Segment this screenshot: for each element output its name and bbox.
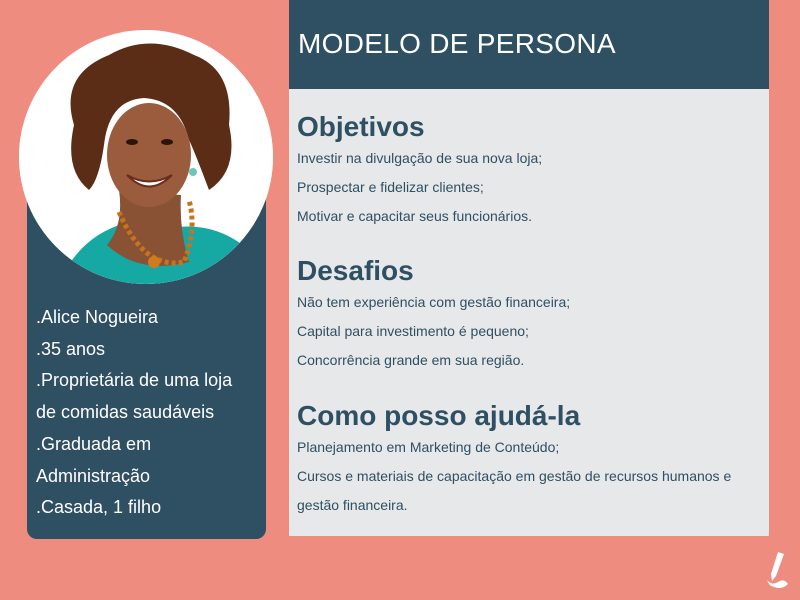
persona-education-line-1: .Graduada em xyxy=(36,433,152,454)
persona-details: .Alice Nogueira .35 anos .Proprietária d… xyxy=(36,302,261,524)
list-item: Motivar e capacitar seus funcionários. xyxy=(297,208,532,224)
persona-education-line-2: Administração xyxy=(36,465,151,486)
list-item: Cursos e materiais de capacitação em ges… xyxy=(297,468,732,513)
persona-occupation-line-2: de comidas saudáveis xyxy=(36,402,215,423)
persona-occupation-line-1: .Proprietária de uma loja xyxy=(36,370,233,391)
persona-name: .Alice Nogueira xyxy=(36,307,159,327)
page-title: MODELO DE PERSONA xyxy=(298,28,616,59)
list-item: Capital para investimento é pequeno; xyxy=(297,323,529,339)
page-header: MODELO DE PERSONA xyxy=(289,0,769,89)
section-objectives: Objetivos Investir na divulgação de sua … xyxy=(297,111,762,231)
list-item: Prospectar e fidelizar clientes; xyxy=(297,179,484,195)
list-item: Concorrência grande em sua região. xyxy=(297,352,525,368)
section-heading: Desafios xyxy=(297,255,414,286)
persona-photo xyxy=(19,30,273,284)
persona-age: .35 anos xyxy=(36,338,106,359)
section-how-to-help: Como posso ajudá-la Planejamento em Mark… xyxy=(297,400,762,520)
list-item: Investir na divulgação de sua nova loja; xyxy=(297,150,543,166)
section-challenges: Desafios Não tem experiência com gestão … xyxy=(297,255,762,375)
list-item: Planejamento em Marketing de Conteúdo; xyxy=(297,439,560,455)
persona-content-panel: Objetivos Investir na divulgação de sua … xyxy=(289,89,769,536)
pen-brush-logo-icon xyxy=(764,550,790,590)
section-heading: Objetivos xyxy=(297,111,425,142)
persona-family: .Casada, 1 filho xyxy=(36,497,162,518)
section-heading: Como posso ajudá-la xyxy=(297,400,581,431)
list-item: Não tem experiência com gestão financeir… xyxy=(297,294,571,310)
persona-profile-card: .Alice Nogueira .35 anos .Proprietária d… xyxy=(19,30,273,539)
